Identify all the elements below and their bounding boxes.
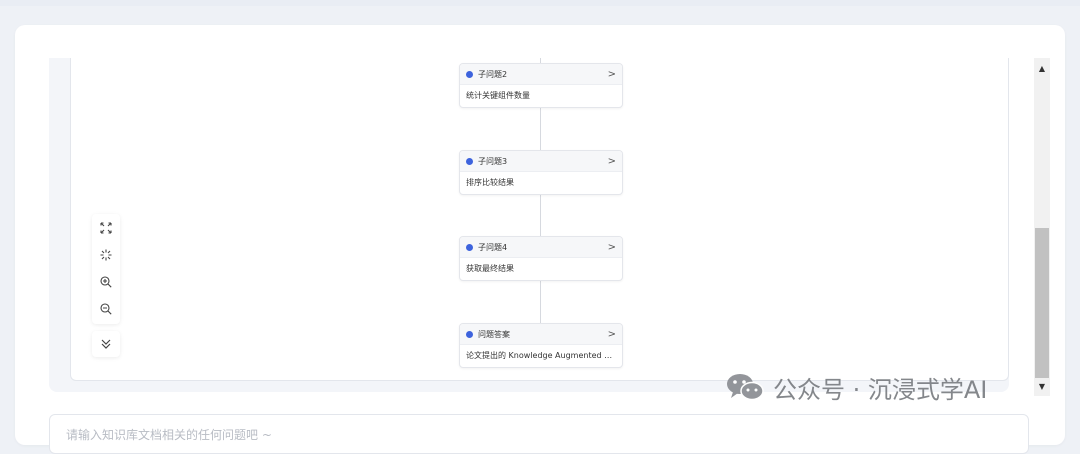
fit-view-button[interactable] — [92, 241, 120, 268]
top-bar — [0, 0, 1080, 6]
wechat-icon — [727, 374, 764, 401]
flow-node-answer[interactable]: 问题答案 > 论文提出的 Knowledge Augmented Gener..… — [459, 323, 623, 368]
status-dot-icon — [466, 157, 473, 165]
status-dot-icon — [466, 243, 473, 251]
node-title: 子问题3 — [478, 156, 508, 166]
zoom-out-button[interactable] — [92, 295, 120, 322]
vertical-scrollbar[interactable]: ▲ ▼ — [1034, 58, 1050, 396]
chevron-right-icon[interactable]: > — [608, 329, 616, 340]
zoom-in-icon — [100, 275, 112, 288]
node-title: 子问题2 — [478, 69, 508, 79]
scroll-thumb[interactable] — [1035, 228, 1049, 378]
chevron-right-icon[interactable]: > — [608, 69, 616, 80]
node-content: 论文提出的 Knowledge Augmented Gener... — [466, 351, 622, 360]
canvas-toolbar — [92, 214, 120, 324]
double-chevron-down-icon — [101, 339, 111, 349]
node-content: 统计关键组件数量 — [466, 91, 530, 100]
watermark: 公众号 · 沉浸式学AI — [725, 372, 988, 404]
flow-node-sub-question-3[interactable]: 子问题3 > 排序比较结果 — [459, 150, 623, 195]
status-dot-icon — [466, 70, 473, 78]
chevron-right-icon[interactable]: > — [608, 156, 616, 167]
fullscreen-button[interactable] — [92, 214, 120, 241]
node-content: 排序比较结果 — [466, 178, 514, 187]
fit-view-icon — [100, 249, 112, 260]
node-title: 问题答案 — [478, 329, 510, 339]
node-content: 获取最终结果 — [466, 264, 514, 273]
zoom-out-icon — [100, 302, 112, 315]
connector-line — [540, 280, 541, 324]
question-input[interactable]: 请输入知识库文档相关的任何问题吧 ~ — [49, 414, 1029, 454]
status-dot-icon — [466, 330, 473, 338]
watermark-text: 公众号 · 沉浸式学AI — [773, 375, 988, 404]
flow-node-sub-question-2[interactable]: 子问题2 > 统计关键组件数量 — [459, 63, 623, 108]
flow-node-sub-question-4[interactable]: 子问题4 > 获取最终结果 — [459, 236, 623, 281]
scroll-up-icon[interactable]: ▲ — [1034, 60, 1050, 76]
scroll-down-icon[interactable]: ▼ — [1034, 378, 1050, 394]
connector-line — [540, 106, 541, 151]
zoom-in-button[interactable] — [92, 268, 120, 295]
fullscreen-icon — [100, 221, 112, 234]
connector-line — [540, 193, 541, 237]
flow-canvas[interactable]: 子问题2 > 统计关键组件数量 子问题3 > 排序比较结果 子问题4 > 获取最… — [70, 58, 1009, 381]
collapse-toolbar-button[interactable] — [92, 331, 120, 357]
chevron-right-icon[interactable]: > — [608, 242, 616, 253]
node-title: 子问题4 — [478, 242, 508, 252]
